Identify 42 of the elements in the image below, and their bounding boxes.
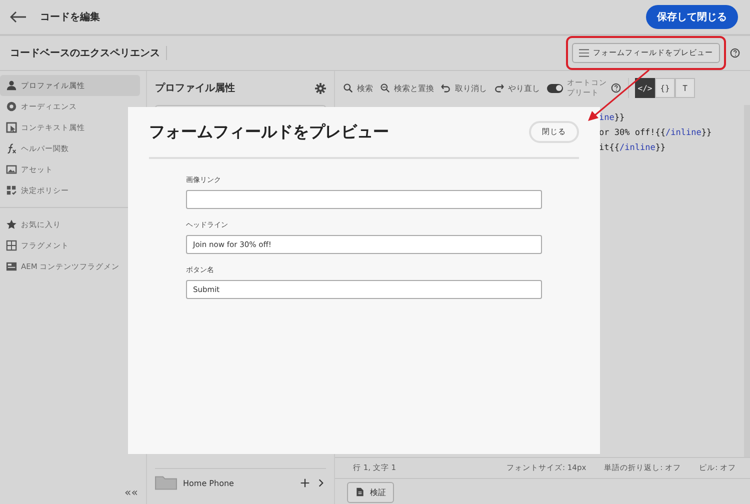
cursor-frame-icon <box>6 122 17 133</box>
toolbar-button[interactable]: 検索 <box>343 82 373 94</box>
search-replace-icon <box>380 83 390 93</box>
image-icon <box>6 164 17 175</box>
back-arrow-icon <box>10 11 26 23</box>
view-mode-button[interactable]: {} <box>655 78 675 98</box>
page-title: コードを編集 <box>40 10 101 24</box>
dialog-title: フォームフィールドをプレビュー <box>149 122 389 142</box>
toolbar-button[interactable]: 取り消し <box>441 82 487 94</box>
help-icon <box>730 48 740 58</box>
plus-icon <box>300 478 310 488</box>
search-icon <box>343 83 353 93</box>
save-and-close-button[interactable]: 保存して閉じる <box>646 5 738 29</box>
autocomplete-toggle[interactable] <box>547 84 563 92</box>
redo-icon <box>494 83 504 93</box>
attribute-item[interactable]: Home Phone <box>155 468 326 497</box>
person-icon <box>6 80 17 91</box>
content-card-icon <box>6 261 17 272</box>
settings-icon <box>315 82 326 94</box>
grid-check-icon <box>6 185 17 196</box>
list-icon <box>579 48 589 58</box>
code-line: ine}} <box>599 112 626 125</box>
view-mode-button[interactable]: </> <box>635 78 655 98</box>
toolbar-button[interactable]: やり直し <box>494 82 540 94</box>
code-line: it{{/inline}} <box>599 142 667 155</box>
fragment-icon <box>6 240 17 251</box>
folder-icon <box>155 475 177 491</box>
panel-title: プロファイル属性 <box>155 81 235 95</box>
attribute-label: Home Phone <box>183 478 235 488</box>
function-icon <box>6 143 17 154</box>
document-icon <box>355 487 365 497</box>
validate-button[interactable]: 検証 <box>347 482 394 502</box>
undo-icon <box>441 83 451 93</box>
toolbar-button[interactable]: 検索と置換 <box>380 82 434 94</box>
help-icon <box>611 83 621 93</box>
star-icon <box>6 219 17 230</box>
target-icon <box>6 101 17 112</box>
collapse-button[interactable]: «« <box>116 486 146 504</box>
input-field[interactable] <box>186 190 542 209</box>
experience-title: コードベースのエクスペリエンス <box>10 46 167 60</box>
view-mode-button[interactable]: T <box>675 78 695 98</box>
chevron-right-icon <box>316 478 326 488</box>
